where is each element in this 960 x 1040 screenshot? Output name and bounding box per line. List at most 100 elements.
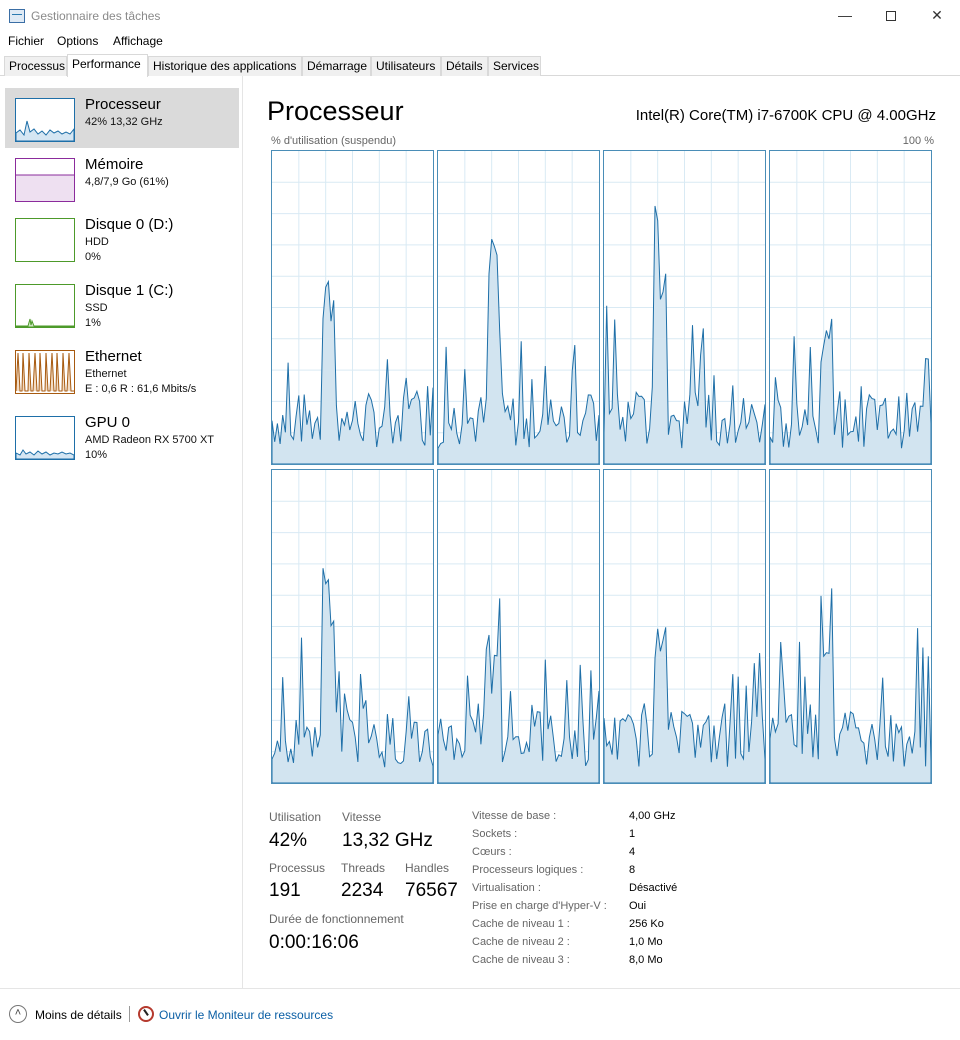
spec-label: Sockets :: [472, 828, 518, 840]
disque-0-thumbnail: [15, 218, 75, 262]
spec-label: Cœurs :: [472, 846, 512, 858]
core-graph: [603, 150, 766, 465]
spec-label: Virtualisation :: [472, 882, 541, 894]
spec-label: Prise en charge d'Hyper-V :: [472, 900, 607, 912]
spec-label: Cache de niveau 3 :: [472, 954, 570, 966]
minimize-button[interactable]: —: [822, 0, 868, 32]
processus-label: Processus: [269, 861, 326, 875]
memoire-thumbnail: [15, 158, 75, 202]
close-button[interactable]: ✕: [914, 0, 960, 32]
spec-value: Désactivé: [629, 882, 678, 894]
core-graph-plot: [272, 151, 433, 464]
sidebar-title: Disque 0 (D:): [85, 216, 174, 233]
core-graph: [769, 150, 932, 465]
sidebar-sub: 4,8/7,9 Go (61%): [85, 176, 169, 188]
sidebar-item-disque-1[interactable]: Disque 1 (C:) SSD 1%: [5, 274, 239, 334]
spec-label: Cache de niveau 1 :: [472, 918, 570, 930]
uptime-value: 0:00:16:06: [269, 932, 359, 953]
sidebar-title: GPU 0: [85, 414, 131, 431]
sidebar-item-gpu-0[interactable]: GPU 0 AMD Radeon RX 5700 XT 10%: [5, 406, 239, 466]
sidebar-title: Ethernet: [85, 348, 142, 365]
sidebar-sub: HDD: [85, 236, 109, 248]
sidebar-item-ethernet[interactable]: Ethernet Ethernet E : 0,6 R : 61,6 Mbits…: [5, 340, 239, 400]
task-manager-icon: [9, 9, 25, 23]
sidebar-item-disque-0[interactable]: Disque 0 (D:) HDD 0%: [5, 208, 239, 268]
core-graph-plot: [770, 470, 931, 783]
menu-affichage[interactable]: Affichage: [113, 34, 163, 48]
core-graph: [437, 150, 600, 465]
tab-processus[interactable]: Processus: [4, 56, 67, 76]
gpu-0-thumbnail: [15, 416, 75, 460]
processeur-panel: Processeur Intel(R) Core(TM) i7-6700K CP…: [244, 76, 960, 988]
sidebar-sub: Ethernet: [85, 368, 127, 380]
tab-services[interactable]: Services: [488, 56, 541, 76]
spec-value: 8: [629, 864, 636, 876]
processus-value: 191: [269, 880, 301, 901]
core-graph-plot: [438, 470, 599, 783]
tab-details[interactable]: Détails: [441, 56, 488, 76]
sidebar-item-processeur[interactable]: Processeur 42% 13,32 GHz: [5, 88, 239, 148]
graph-max-label: 100 %: [902, 135, 934, 147]
sidebar-title: Mémoire: [85, 156, 144, 173]
graph-caption: % d'utilisation (suspendu): [271, 135, 397, 147]
core-graph: [769, 469, 932, 784]
resource-sidebar: Processeur 42% 13,32 GHz Mémoire 4,8/7,9…: [0, 76, 243, 988]
core-graph: [437, 469, 600, 784]
sidebar-sub: 0%: [85, 251, 101, 263]
sidebar-sub: AMD Radeon RX 5700 XT: [85, 434, 215, 446]
core-graph: [603, 469, 766, 784]
footer-bar: ˄ Moins de détails Ouvrir le Moniteur de…: [0, 988, 960, 1040]
sidebar-title: Disque 1 (C:): [85, 282, 174, 299]
core-graph-plot: [438, 151, 599, 464]
core-graph-plot: [604, 151, 765, 464]
menu-bar: Fichier Options Affichage: [0, 32, 960, 50]
tab-demarrage[interactable]: Démarrage: [302, 56, 371, 76]
disque-1-thumbnail: [15, 284, 75, 328]
tab-historique[interactable]: Historique des applications: [148, 56, 302, 76]
sidebar-title: Processeur: [85, 96, 161, 113]
utilisation-value: 42%: [269, 830, 308, 851]
sidebar-item-memoire[interactable]: Mémoire 4,8/7,9 Go (61%): [5, 148, 239, 208]
handles-label: Handles: [405, 861, 450, 875]
vitesse-value: 13,32 GHz: [342, 830, 433, 851]
maximize-icon: [886, 11, 896, 22]
spec-value: Oui: [629, 900, 647, 912]
core-graph: [271, 469, 434, 784]
spec-label: Cache de niveau 2 :: [472, 936, 570, 948]
ethernet-thumbnail: [15, 350, 75, 394]
tab-performance[interactable]: Performance: [67, 54, 148, 77]
spec-value: 1,0 Mo: [629, 936, 663, 948]
tab-bar: Processus Performance Historique des app…: [0, 54, 960, 77]
vitesse-label: Vitesse: [342, 810, 382, 824]
core-graph-plot: [604, 470, 765, 783]
menu-fichier[interactable]: Fichier: [8, 34, 44, 48]
spec-value: 1: [629, 828, 636, 840]
processeur-thumbnail: [15, 98, 75, 142]
core-graph-plot: [272, 470, 433, 783]
window-title: Gestionnaire des tâches: [31, 9, 161, 23]
tab-utilisateurs[interactable]: Utilisateurs: [371, 56, 441, 76]
less-details-link[interactable]: Moins de détails: [35, 1008, 122, 1022]
maximize-button[interactable]: [868, 0, 914, 32]
cpu-model: Intel(R) Core(TM) i7-6700K CPU @ 4.00GHz: [635, 107, 936, 124]
spec-value: 4: [629, 846, 636, 858]
sidebar-sub: 42% 13,32 GHz: [85, 116, 163, 128]
spec-value: 8,0 Mo: [629, 954, 663, 966]
spec-label: Vitesse de base :: [472, 810, 557, 822]
title-bar: Gestionnaire des tâches — ✕: [0, 0, 960, 32]
threads-value: 2234: [341, 880, 384, 901]
footer-separator: [129, 1006, 130, 1022]
threads-label: Threads: [341, 861, 386, 875]
core-graph-plot: [770, 151, 931, 464]
utilisation-label: Utilisation: [269, 810, 322, 824]
resource-monitor-link[interactable]: Ouvrir le Moniteur de ressources: [159, 1008, 333, 1022]
page-title: Processeur: [267, 96, 404, 126]
spec-label: Processeurs logiques :: [472, 864, 584, 876]
handles-value: 76567: [405, 880, 458, 901]
menu-options[interactable]: Options: [57, 34, 98, 48]
uptime-label: Durée de fonctionnement: [269, 912, 404, 926]
core-graph: [271, 150, 434, 465]
sidebar-sub: 1%: [85, 317, 101, 329]
chevron-up-icon[interactable]: ˄: [9, 1005, 27, 1023]
sidebar-sub: SSD: [85, 302, 108, 314]
